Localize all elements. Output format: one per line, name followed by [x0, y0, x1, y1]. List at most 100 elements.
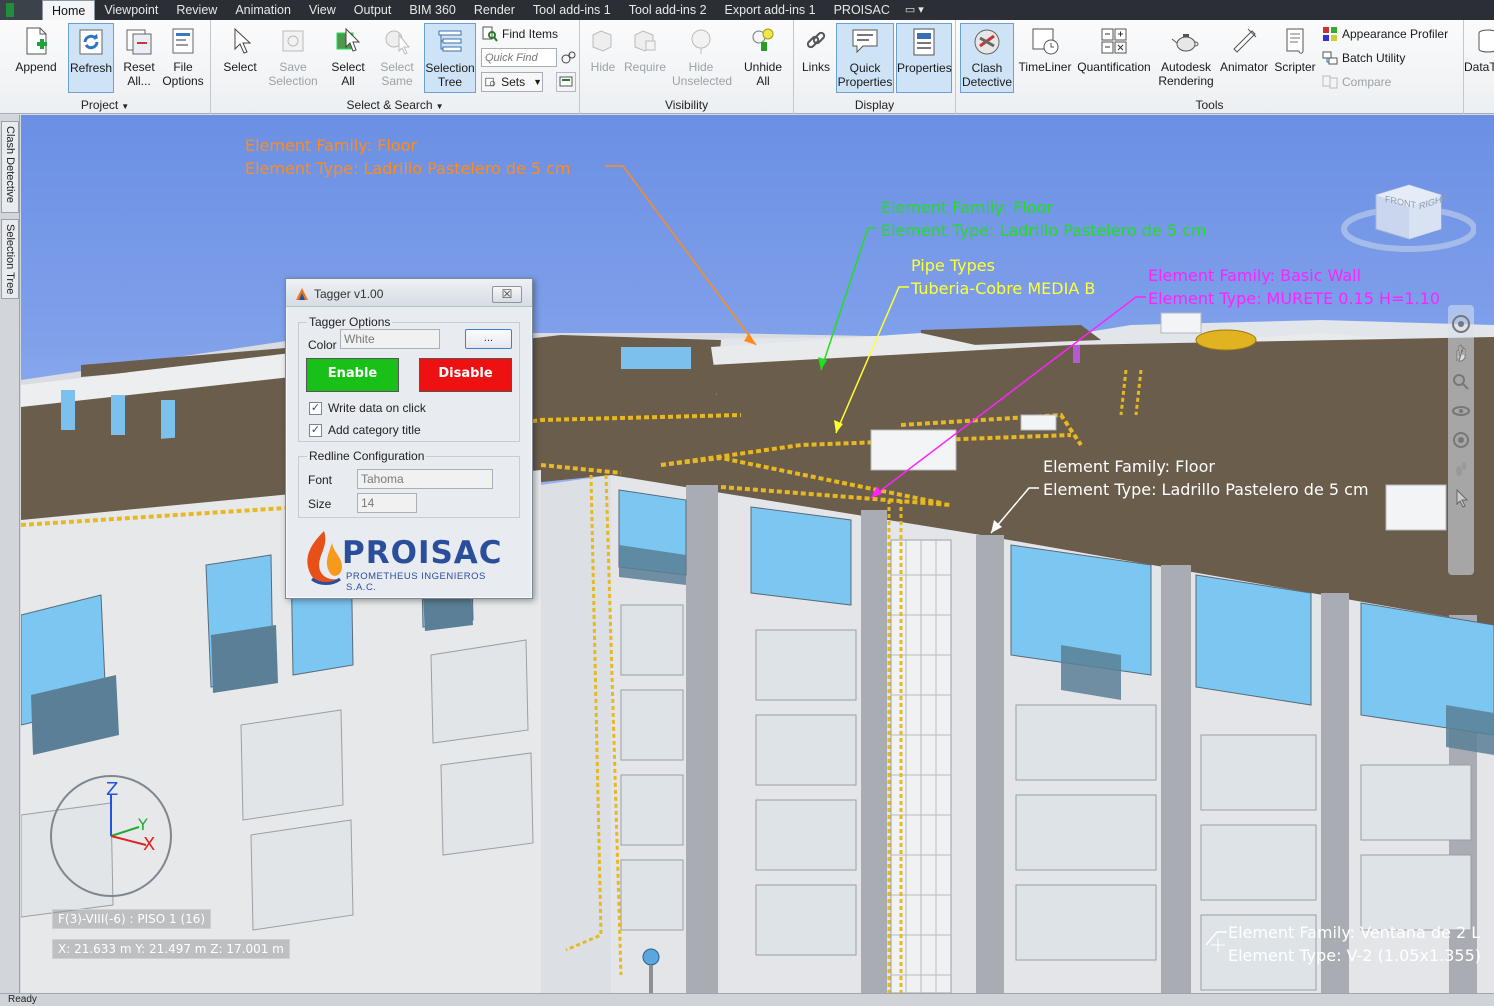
- group-display-label: Display: [854, 98, 895, 112]
- orbit-icon[interactable]: [1451, 401, 1471, 421]
- manage-sets-button[interactable]: [556, 72, 576, 92]
- save-selection-button[interactable]: Save Selection: [267, 23, 319, 93]
- find-items-button[interactable]: Find Items: [482, 24, 558, 44]
- add-category-label: Add category title: [328, 423, 421, 437]
- require-button[interactable]: Require: [622, 23, 668, 93]
- compare-button[interactable]: Compare: [1322, 72, 1391, 92]
- side-tab-selection-tree-label: Selection Tree: [4, 224, 16, 295]
- application-menu-button[interactable]: [0, 0, 42, 20]
- autodesk-rendering-button[interactable]: Autodesk Rendering: [1156, 23, 1216, 93]
- quantification-button[interactable]: Quantification: [1076, 23, 1152, 93]
- size-field[interactable]: 14: [357, 493, 417, 513]
- batch-utility-button[interactable]: Batch Utility: [1322, 48, 1405, 68]
- ribbon-display-toggle[interactable]: ▭ ▾: [899, 0, 930, 20]
- side-tab-clash-detective[interactable]: Clash Detective: [1, 121, 19, 213]
- file-options-button[interactable]: File Options: [160, 23, 206, 93]
- clash-detective-button[interactable]: Clash Detective: [960, 23, 1014, 93]
- quick-properties-button[interactable]: Quick Properties: [836, 23, 894, 93]
- tagger-title: Tagger v1.00: [314, 287, 384, 301]
- steering-wheel-icon[interactable]: [1451, 314, 1471, 334]
- timeliner-label: TimeLiner: [1018, 60, 1072, 74]
- disable-button[interactable]: Disable: [419, 358, 512, 392]
- tab-home[interactable]: Home: [42, 0, 96, 20]
- viewcube[interactable]: FRONT RIGHT: [1341, 167, 1477, 252]
- appearance-profiler-button[interactable]: Appearance Profiler: [1322, 24, 1448, 44]
- appearance-profiler-label: Appearance Profiler: [1342, 27, 1449, 41]
- links-button[interactable]: Links: [798, 23, 834, 93]
- group-tools: Clash Detective TimeLiner Quantification…: [956, 20, 1464, 114]
- datatools-icon: [1478, 29, 1494, 53]
- walk-icon[interactable]: [1451, 459, 1471, 479]
- select-all-button[interactable]: Select All: [324, 23, 372, 93]
- selection-tree-label: Selection Tree: [425, 61, 475, 89]
- select-cursor-icon[interactable]: [1451, 488, 1471, 508]
- look-icon[interactable]: [1451, 430, 1471, 450]
- scripter-button[interactable]: Scripter: [1272, 23, 1318, 93]
- scripter-icon: [1286, 28, 1304, 54]
- color-field[interactable]: White: [340, 329, 440, 349]
- tab-review[interactable]: Review: [167, 0, 226, 20]
- hide-button[interactable]: Hide: [584, 23, 622, 93]
- annotation-pipe-yellow: Pipe Types Tuberia-Cobre MEDIA B: [911, 254, 1095, 300]
- tab-tool-addins-1[interactable]: Tool add-ins 1: [524, 0, 620, 20]
- close-button[interactable]: ☒: [492, 286, 522, 303]
- unhide-all-button[interactable]: Unhide All: [737, 23, 789, 93]
- tab-bim360[interactable]: BIM 360: [400, 0, 465, 20]
- datatools-button[interactable]: DataT: [1464, 23, 1494, 93]
- write-data-checkbox[interactable]: ✓ Write data on click: [309, 401, 426, 415]
- timeliner-icon: [1032, 28, 1059, 55]
- hide-unselected-button[interactable]: Hide Unselected: [672, 23, 733, 93]
- pan-hand-icon[interactable]: [1451, 343, 1471, 363]
- hide-label: Hide: [590, 60, 616, 74]
- tagger-titlebar[interactable]: Tagger v1.00 ☒: [286, 279, 532, 307]
- tab-render[interactable]: Render: [465, 0, 524, 20]
- annotation-line1: Pipe Types: [911, 256, 995, 275]
- side-tab-selection-tree[interactable]: Selection Tree: [1, 219, 19, 299]
- font-field[interactable]: Tahoma: [357, 469, 493, 489]
- ribbon: Append Refresh Reset All... File Options…: [0, 20, 1494, 114]
- select-button[interactable]: Select: [217, 23, 263, 93]
- 3d-viewport[interactable]: Z Y X FRONT RIGHT Element Family: Floor …: [21, 115, 1494, 993]
- refresh-button[interactable]: Refresh: [68, 23, 114, 93]
- properties-button[interactable]: Properties: [896, 23, 952, 93]
- select-all-label: Select All: [331, 60, 365, 88]
- selection-tree-button[interactable]: Selection Tree: [424, 23, 476, 93]
- redline-config-group: Redline Configuration Font Tahoma Size 1…: [298, 449, 520, 518]
- enable-button[interactable]: Enable: [306, 358, 399, 392]
- tab-proisac[interactable]: PROISAC: [825, 0, 899, 20]
- tab-viewpoint[interactable]: Viewpoint: [95, 0, 167, 20]
- clash-detective-icon: [974, 29, 1000, 55]
- tab-output[interactable]: Output: [345, 0, 401, 20]
- sets-dropdown[interactable]: Sets ▼: [481, 72, 543, 92]
- quick-find-search-icon[interactable]: [560, 49, 576, 65]
- color-picker-button[interactable]: ...: [465, 329, 512, 349]
- group-select-search-label[interactable]: Select & Search ▼: [211, 98, 579, 112]
- tab-export-addins-1[interactable]: Export add-ins 1: [716, 0, 825, 20]
- annotation-floor-green: Element Family: Floor Element Type: Ladr…: [881, 196, 1207, 242]
- hide-unselected-label: Hide Unselected: [672, 60, 733, 88]
- coordinates-readout: X: 21.633 m Y: 21.497 m Z: 17.001 m: [52, 939, 290, 959]
- select-same-button[interactable]: Select Same: [375, 23, 419, 93]
- animator-icon: [1233, 28, 1257, 53]
- tab-tool-addins-2[interactable]: Tool add-ins 2: [620, 0, 716, 20]
- group-select-search-title: Select & Search: [346, 98, 433, 112]
- sets-label: Sets: [501, 75, 526, 89]
- append-button[interactable]: Append: [8, 23, 64, 93]
- zoom-icon[interactable]: [1451, 372, 1471, 392]
- proisac-logo: PROISAC PROMETHEUS INGENIEROS S.A.C.: [302, 529, 518, 593]
- group-project: Append Refresh Reset All... File Options…: [0, 20, 211, 114]
- properties-icon: [913, 28, 935, 56]
- navigation-bar: [1448, 305, 1474, 575]
- tab-view[interactable]: View: [300, 0, 345, 20]
- add-category-checkbox[interactable]: ✓ Add category title: [309, 423, 421, 437]
- group-project-label[interactable]: Project ▼: [0, 98, 210, 112]
- unhide-all-label: Unhide All: [743, 60, 783, 88]
- building-scene[interactable]: [21, 115, 1494, 993]
- tab-animation[interactable]: Animation: [226, 0, 300, 20]
- annotation-line2: Element Type: MURETE 0.15 H=1.10: [1148, 289, 1441, 308]
- datatools-label: DataT: [1464, 60, 1494, 74]
- timeliner-button[interactable]: TimeLiner: [1016, 23, 1074, 93]
- animator-button[interactable]: Animator: [1216, 23, 1272, 93]
- reset-all-button[interactable]: Reset All...: [117, 23, 161, 93]
- quick-find-input[interactable]: [481, 48, 557, 67]
